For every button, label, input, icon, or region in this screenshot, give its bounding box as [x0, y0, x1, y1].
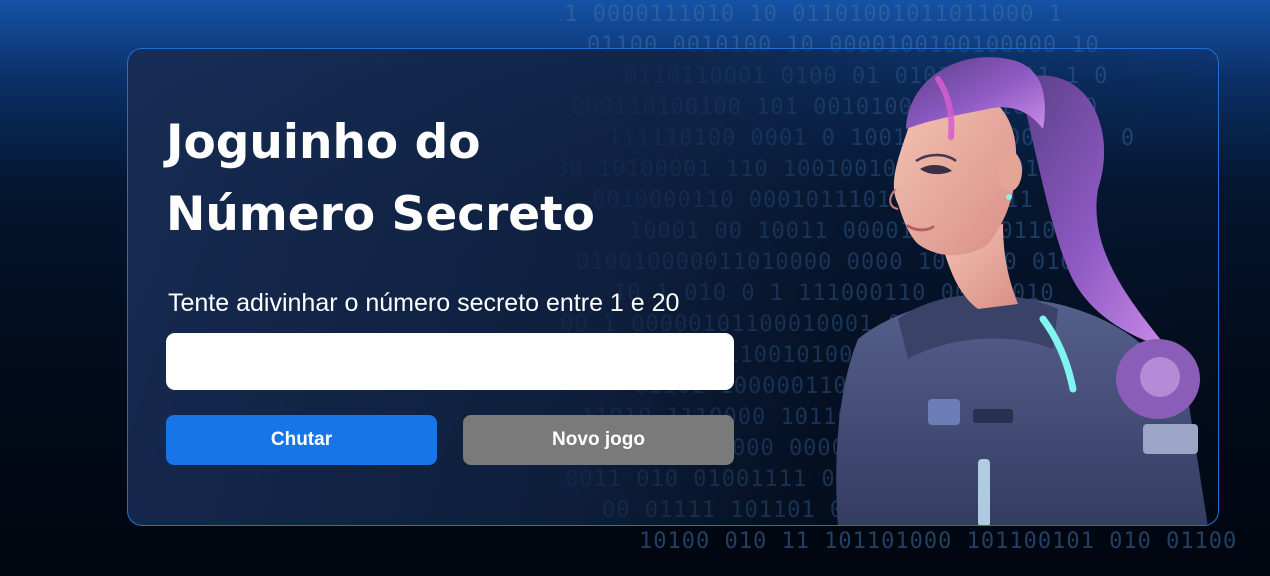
binary-code-line: 10100 010 11 101101000 101100101 010 011…: [639, 529, 1238, 554]
new-game-button[interactable]: Novo jogo: [463, 415, 734, 465]
title-line-2: Número Secreto: [166, 187, 595, 242]
guess-input[interactable]: [166, 333, 734, 390]
guess-button[interactable]: Chutar: [166, 415, 437, 465]
astronaut-girl-illustration: [836, 57, 1208, 525]
page-title: Joguinho do Número Secreto: [166, 107, 726, 251]
game-card: Joguinho do Número Secreto Tente adivinh…: [127, 48, 1219, 526]
instruction-text: Tente adivinhar o número secreto entre 1…: [168, 289, 680, 317]
binary-code-line: 11 0000111010 10 01101001011011000 1: [560, 2, 1063, 27]
title-line-1: Joguinho do: [166, 115, 481, 170]
